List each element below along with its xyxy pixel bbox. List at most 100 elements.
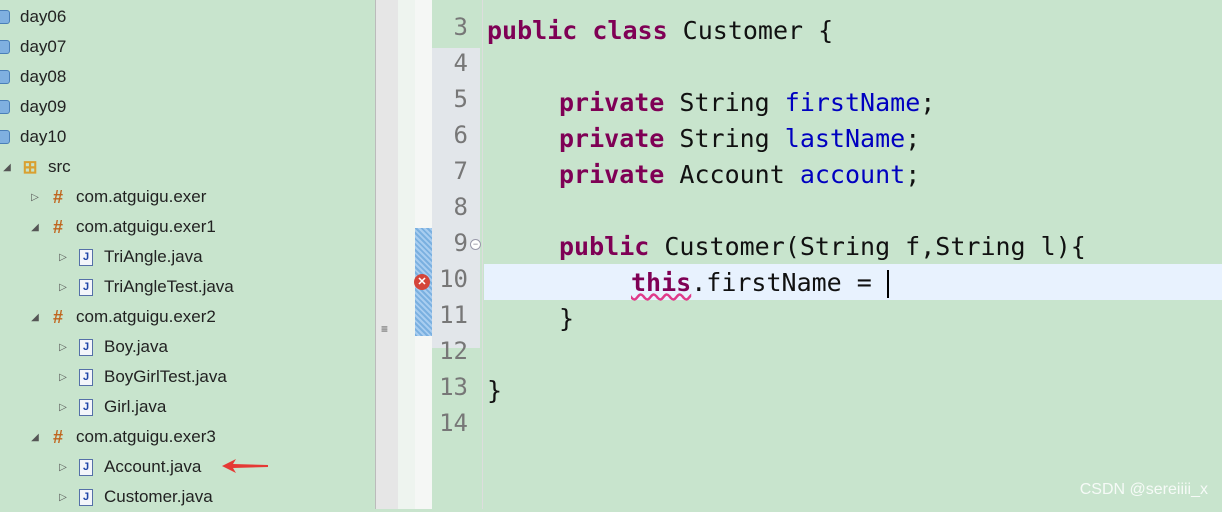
line-number: 5 [453,85,468,113]
red-arrow-annotation-icon [222,459,268,473]
tree-item[interactable]: day10 [0,122,66,152]
collapsed-arrow-icon[interactable]: ▷ [56,282,70,293]
project-folder-icon [0,98,12,116]
line-number: 11 [439,301,468,329]
expanded-arrow-icon[interactable]: ◢ [0,162,14,173]
project-folder-icon [0,68,12,86]
line-number: 2 [432,0,468,5]
line-number: 14 [439,409,468,437]
line-number: 12 [439,337,468,365]
package-icon: # [52,306,63,327]
sidebar-scrollbar[interactable]: ≡ [375,0,399,509]
fold-collapse-icon[interactable]: − [470,239,481,250]
tree-item[interactable]: ▷ J TriAngle.java [56,242,203,272]
code-text: ; [905,124,921,153]
tree-item[interactable]: ▷ J Boy.java [56,332,168,362]
tree-item-label: day06 [20,7,67,26]
line-number: 9 [453,229,468,257]
java-file-icon: J [76,278,96,296]
collapsed-arrow-icon[interactable]: ▷ [56,372,70,383]
code-line-5[interactable]: private String firstName; [559,85,935,121]
field: firstName [784,88,921,117]
line-number: 7 [453,157,468,185]
code-line-7[interactable]: private Account account; [559,157,920,193]
package-icon: # [52,186,63,207]
project-folder-icon [0,8,12,26]
tree-item-label: src [48,157,71,176]
tree-item[interactable]: day07 [0,32,66,62]
tree-item-label: day10 [20,127,67,146]
code-text: } [487,376,503,405]
tree-item[interactable]: ▷ J Customer.java [56,482,213,512]
watermark: CSDN @sereiiii_x [1079,481,1208,498]
tree-item[interactable]: ▷ # com.atguigu.exer [28,182,206,212]
code-line-6[interactable]: private String lastName; [559,121,920,157]
keyword: public class [487,16,668,45]
code-line-13[interactable]: } [487,373,502,409]
tree-item[interactable]: day06 [0,2,66,32]
collapsed-arrow-icon[interactable]: ▷ [56,462,70,473]
text-caret [886,270,889,298]
expanded-arrow-icon[interactable]: ◢ [28,432,42,443]
expanded-arrow-icon[interactable]: ◢ [28,312,42,323]
collapsed-arrow-icon[interactable]: ▷ [28,192,42,203]
collapsed-arrow-icon[interactable]: ▷ [56,342,70,353]
tree-item-label: Customer.java [104,487,213,506]
overview-ruler [415,0,432,509]
line-number: 6 [453,121,468,149]
tree-item-label: Boy.java [104,337,168,356]
tree-item-label: Account.java [104,457,202,476]
tree-item[interactable]: day09 [0,92,66,122]
tree-item[interactable]: ◢ ⊞ src [0,152,71,182]
keyword: public [559,232,650,261]
line-number: 10 [439,265,468,293]
line-number: 4 [453,49,468,77]
package-icon: # [52,426,63,447]
keyword: private [559,160,665,189]
line-number: 13 [439,373,468,401]
tree-item-label: Girl.java [104,397,167,416]
line-number: 8 [453,193,468,221]
code-line-9[interactable]: public Customer(String f,String l){ [559,229,1086,265]
tree-item-label: BoyGirlTest.java [104,367,227,386]
java-file-icon: J [76,398,96,416]
code-text: Customer { [667,16,834,45]
java-file-icon: J [76,368,96,386]
tree-item[interactable]: day08 [0,62,66,92]
code-line-10[interactable]: this.firstName = [631,265,889,301]
project-folder-icon [0,38,12,56]
tree-item[interactable]: ▷ J TriAngleTest.java [56,272,234,302]
java-file-icon: J [76,488,96,506]
collapsed-arrow-icon[interactable]: ▷ [56,402,70,413]
tree-item[interactable]: ▷ J Account.java [56,452,201,482]
field: account [799,160,906,189]
code-text: Customer(String f,String l){ [649,232,1086,261]
project-folder-icon [0,128,12,146]
source-folder-icon: ⊞ [22,156,38,177]
scroll-grip-icon[interactable]: ≡ [381,322,388,336]
code-line-3[interactable]: public class Customer { [487,13,833,49]
code-text: ; [905,160,921,189]
tree-item[interactable]: ◢ # com.atguigu.exer2 [28,302,216,332]
code-text: ; [920,88,936,117]
type: Account [664,160,800,189]
tree-item-label: day08 [20,67,67,86]
tree-item[interactable]: ▷ J BoyGirlTest.java [56,362,227,392]
field: lastName [784,124,906,153]
error-icon[interactable]: ✕ [414,274,430,290]
tree-item-label: com.atguigu.exer1 [76,217,216,236]
tree-item-label: TriAngle.java [104,247,203,266]
tree-item[interactable]: ▷ J Girl.java [56,392,166,422]
type: String [664,124,785,153]
expanded-arrow-icon[interactable]: ◢ [28,222,42,233]
tree-item-label: com.atguigu.exer2 [76,307,216,326]
keyword: private [559,124,665,153]
java-file-icon: J [76,248,96,266]
editor-divider [482,0,483,509]
collapsed-arrow-icon[interactable]: ▷ [56,492,70,503]
collapsed-arrow-icon[interactable]: ▷ [56,252,70,263]
code-line-11[interactable]: } [559,301,574,337]
tree-item[interactable]: ◢ # com.atguigu.exer1 [28,212,216,242]
tree-item[interactable]: ◢ # com.atguigu.exer3 [28,422,216,452]
java-file-icon: J [76,458,96,476]
